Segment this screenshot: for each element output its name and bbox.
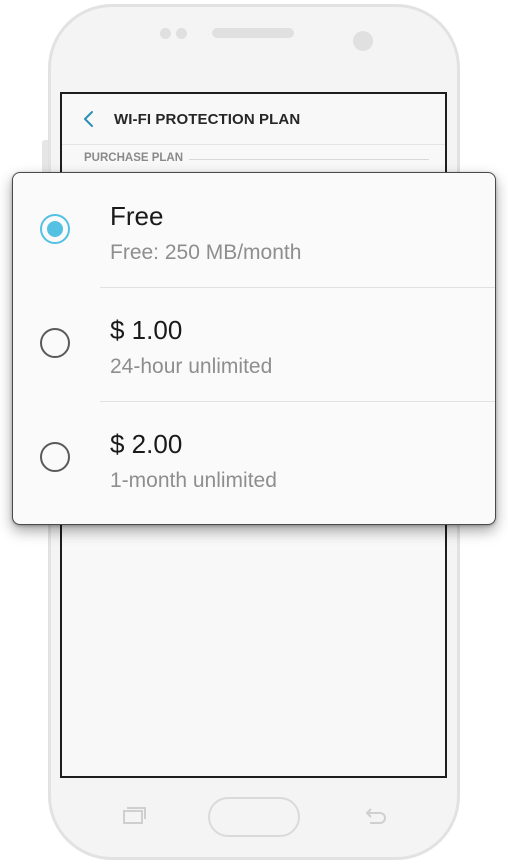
plan-subtitle: 24-hour unlimited: [110, 355, 273, 378]
page-title: WI-FI PROTECTION PLAN: [114, 111, 301, 128]
option-divider: [100, 401, 495, 402]
back-arrow-icon[interactable]: [358, 804, 390, 828]
plan-selection-dialog: Free Free: 250 MB/month $ 1.00 24-hour u…: [12, 172, 496, 525]
chevron-left-icon: [84, 111, 93, 127]
plan-subtitle: 1-month unlimited: [110, 469, 277, 492]
recent-apps-icon[interactable]: [118, 804, 150, 828]
plan-option-1-dollar[interactable]: $ 1.00 24-hour unlimited: [13, 287, 495, 401]
plan-subtitle: Free: 250 MB/month: [110, 241, 302, 264]
back-button[interactable]: [78, 108, 100, 130]
sensor-dot: [176, 28, 187, 39]
front-camera: [353, 31, 373, 51]
section-label: PURCHASE PLAN: [84, 152, 184, 164]
radio-button[interactable]: [40, 214, 70, 244]
radio-button[interactable]: [40, 328, 70, 358]
option-divider: [100, 287, 495, 288]
sensor-dot: [160, 28, 171, 39]
earpiece-speaker: [212, 28, 294, 38]
plan-option-free[interactable]: Free Free: 250 MB/month: [13, 173, 495, 287]
section-divider: [189, 159, 429, 160]
plan-title: $ 1.00: [110, 315, 183, 345]
plan-title: Free: [110, 201, 164, 231]
plan-title: $ 2.00: [110, 429, 183, 459]
plan-option-2-dollar[interactable]: $ 2.00 1-month unlimited: [13, 401, 495, 515]
radio-button[interactable]: [40, 442, 70, 472]
app-header: WI-FI PROTECTION PLAN: [62, 94, 445, 145]
home-button[interactable]: [208, 797, 300, 837]
stage: WI-FI PROTECTION PLAN PURCHASE PLAN Free…: [0, 0, 508, 865]
